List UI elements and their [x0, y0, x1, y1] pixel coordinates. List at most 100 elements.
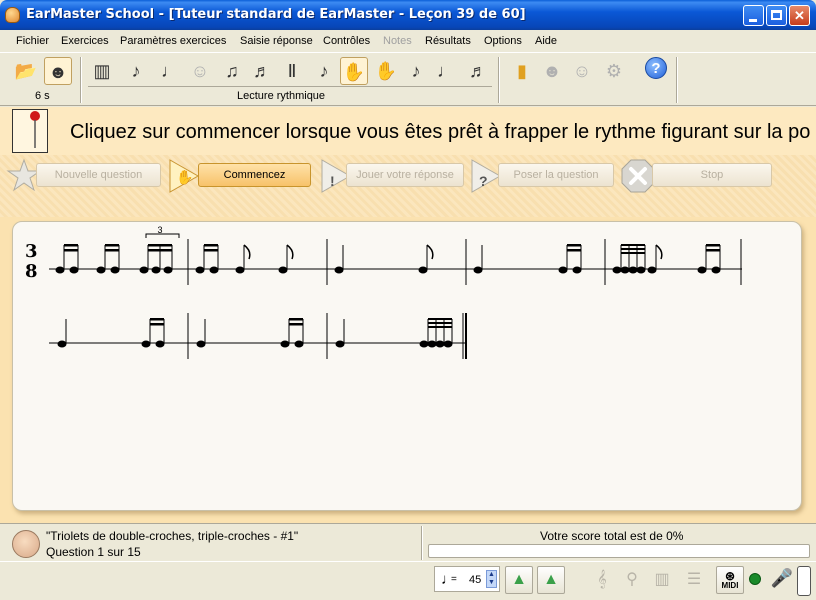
score-progress-bar	[428, 544, 810, 558]
piano-icon: ▥	[654, 571, 670, 588]
interval-singing-disabled-button[interactable]: ☺	[186, 57, 214, 85]
beamed-thirtyseconds	[419, 318, 453, 348]
menu-resultats[interactable]: Résultats	[425, 35, 471, 47]
guitar-icon: ⚲	[626, 571, 638, 588]
time-signature-top: 3	[25, 241, 38, 262]
help-button[interactable]: ?	[645, 57, 667, 79]
microphone-icon[interactable]: 🎤	[770, 568, 794, 594]
quarter-note	[57, 319, 67, 348]
tutor-button[interactable]: ☻	[44, 57, 72, 85]
menu-options[interactable]: Options	[484, 35, 522, 47]
clapping-hands-icon: ✋	[342, 62, 366, 82]
exercise-group-line	[88, 86, 492, 87]
chord-stack-icon: ♬	[253, 61, 271, 81]
tutor-avatar	[12, 530, 40, 558]
maximize-button[interactable]	[766, 5, 787, 26]
midi-connector-icon: ⊛	[724, 569, 736, 583]
app-icon[interactable]	[5, 7, 20, 23]
treble-clef-icon: 𝄞	[597, 571, 607, 588]
quarter-note	[473, 245, 483, 274]
users-button[interactable]: ☺	[568, 57, 596, 85]
users-icon: ☺	[572, 61, 592, 81]
menu-notes[interactable]: Notes	[383, 35, 412, 47]
instruction-text: Cliquez sur commencer lorsque vous êtes …	[70, 121, 811, 143]
rhythm-clapback-button[interactable]: ✋	[340, 57, 368, 85]
chord-progression-button[interactable]: Ⅱ	[278, 57, 306, 85]
stop-button[interactable]: Stop	[652, 163, 772, 187]
start-button[interactable]: Commencez	[198, 163, 311, 187]
metronome-accent-icon: ▲	[543, 571, 559, 588]
time-signature-bottom: 8	[25, 261, 38, 282]
bar-chart-icon: ▮	[517, 61, 527, 81]
instruction-strip: Cliquez sur commencer lorsque vous êtes …	[0, 107, 816, 155]
minimize-button[interactable]	[743, 5, 764, 26]
chord-identification-button[interactable]: ♫	[218, 57, 246, 85]
rhythm-error-button[interactable]: ♩	[432, 57, 460, 85]
title-bar[interactable]: EarMaster School - [Tuteur standard de E…	[0, 0, 816, 30]
volume-slider[interactable]	[797, 566, 811, 596]
list-input-button[interactable]: ☰	[680, 566, 708, 594]
beamed-thirtyseconds	[612, 244, 646, 274]
rhythm-dictation-button[interactable]: ♪	[402, 57, 430, 85]
scale-identification-button[interactable]: ♪	[310, 57, 338, 85]
diploma-button[interactable]: ☻	[538, 57, 566, 85]
tempo-control[interactable]: ♩ = 45 ▲ ▼	[434, 566, 500, 592]
menu-aide[interactable]: Aide	[535, 35, 557, 47]
tempo-value[interactable]: 45	[469, 574, 481, 586]
pin-icon	[30, 111, 40, 148]
rhythm-imitation-button[interactable]: ✋	[372, 57, 400, 85]
singer-icon: ☺	[190, 61, 210, 81]
interval-identification-button[interactable]: ▥	[88, 57, 116, 85]
ear-note-icon: ♩	[437, 61, 455, 81]
tempo-equals: =	[451, 574, 457, 585]
toolbar-separator	[676, 57, 678, 103]
melody-notes-icon: ♬	[469, 61, 487, 81]
melody-dictation-button[interactable]: ♬	[464, 57, 492, 85]
quarter-note	[196, 319, 206, 348]
hands-icon: ✋	[374, 61, 398, 81]
svg-text:!: !	[330, 173, 335, 189]
tempo-spinner[interactable]: ▲ ▼	[486, 570, 497, 588]
total-score: Votre score total est de 0%	[540, 529, 684, 543]
close-button[interactable]: ✕	[789, 5, 810, 26]
metronome-accent-button[interactable]: ▲	[537, 566, 565, 594]
chord-inversion-button[interactable]: ♬	[248, 57, 276, 85]
svg-text:?: ?	[479, 173, 488, 189]
bottom-toolbar: ♩ = 45 ▲ ▼ ▲ ▲ 𝄞 ⚲ ▥ ☰ ⊛ MIDI 🎤	[0, 561, 816, 600]
interval-notes-icon: ♪	[131, 61, 141, 81]
close-icon: ✕	[794, 8, 805, 23]
list-icon: ☰	[686, 571, 702, 588]
menu-saisie-reponse[interactable]: Saisie réponse	[240, 35, 313, 47]
statistics-button[interactable]: ▮	[508, 57, 536, 85]
metronome-button[interactable]: ▲	[505, 566, 533, 594]
open-lesson-button[interactable]: 📂	[12, 57, 40, 85]
menu-controles[interactable]: Contrôles	[323, 35, 370, 47]
guitar-input-button[interactable]: ⚲	[618, 566, 646, 594]
timer-label: 6 s	[35, 90, 50, 102]
menu-parametres-exercices[interactable]: Paramètres exercices	[120, 35, 226, 47]
midi-input-button[interactable]: ⊛ MIDI	[716, 566, 744, 594]
piano-input-button[interactable]: ▥	[648, 566, 676, 594]
toolbar-separator	[80, 57, 82, 103]
staff-input-button[interactable]: 𝄞	[588, 566, 616, 594]
toolbar: 📂 ☻ 6 s ▥ ♪ ♩ ☺ ♫ ♬ Ⅱ ♪ ✋ ✋ ♪ ♩ ♬ Lectur…	[0, 52, 816, 154]
play-answer-button[interactable]: Jouer votre réponse	[346, 163, 464, 187]
window-title: EarMaster School - [Tuteur standard de E…	[26, 7, 526, 22]
ear-icon: ♪	[411, 61, 421, 81]
note-staff-icon: ♩	[161, 61, 179, 81]
ask-question-button[interactable]: Poser la question	[498, 163, 614, 187]
midi-label: MIDI	[721, 581, 739, 590]
menu-exercices[interactable]: Exercices	[61, 35, 109, 47]
stop-icon	[621, 159, 655, 193]
tuplet-label: 3	[157, 225, 162, 235]
rhythm-score: 3 8 3	[25, 225, 742, 359]
new-question-button[interactable]: Nouvelle question	[36, 163, 161, 187]
interval-comparison-button[interactable]: ♪	[122, 57, 150, 85]
metronome-small-icon: ▲	[511, 571, 527, 588]
scale-notes-icon: ♪	[319, 61, 329, 81]
interval-singing-button[interactable]: ♩	[156, 57, 184, 85]
tutor-face-icon: ☻	[48, 62, 68, 82]
menu-fichier[interactable]: Fichier	[16, 35, 49, 47]
settings-button[interactable]: ⚙	[600, 57, 628, 85]
piano-keys-icon: ▥	[93, 61, 111, 81]
